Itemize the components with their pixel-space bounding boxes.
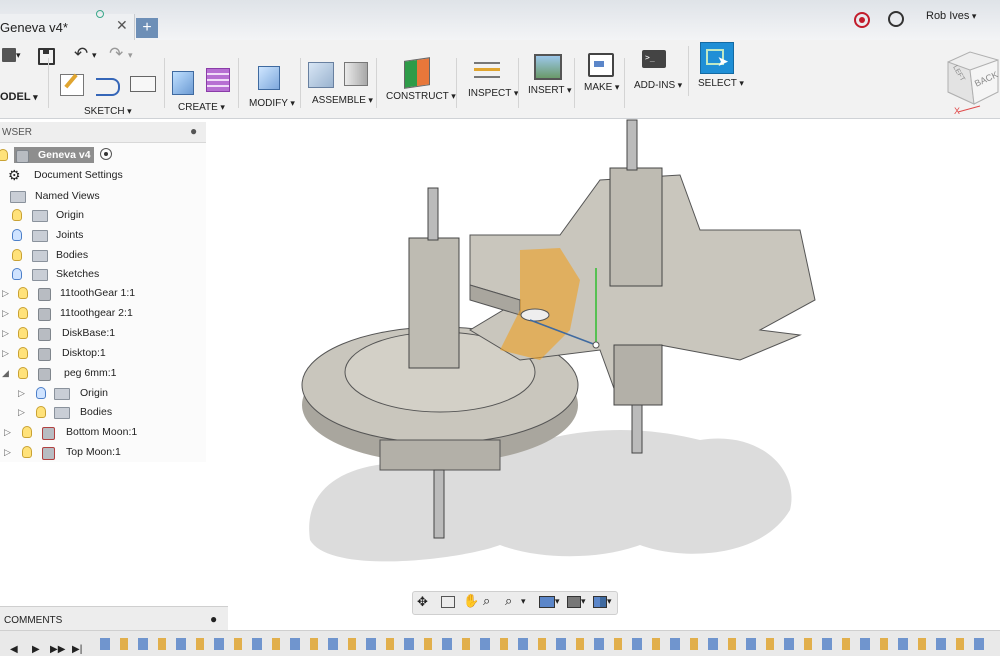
viewports-icon[interactable] [593,596,607,608]
comments-panel: COMMENTS ● [0,606,228,631]
peg-top [520,308,550,322]
timeline-forward-icon[interactable]: ▶▶ [50,644,65,655]
display-dropdown-icon[interactable]: ▾ [555,596,560,607]
zoom-icon[interactable]: ⌕ [483,593,490,609]
drive-shaft-bottom [433,469,445,539]
comments-add-icon[interactable]: ● [210,612,217,626]
navigation-bar: ✥ ✋ ⌕ ⌕ ▾ ▾ ▾ ▾ [412,591,618,615]
gear-teeth [379,439,501,471]
timeline-features[interactable] [100,638,990,650]
drive-shaft [427,187,439,241]
model-canvas[interactable] [0,0,1000,655]
pan-icon[interactable]: ✋ [463,593,479,609]
driven-shaft [626,119,638,171]
timeline-back-icon[interactable]: ◀ [10,644,18,655]
display-settings-icon[interactable] [539,596,555,608]
driven-post [609,167,663,287]
driven-shaft-bottom [631,404,643,454]
timeline-play-icon[interactable]: ▶ [32,644,40,655]
look-at-icon[interactable] [441,596,455,608]
zoom-window-icon[interactable]: ⌕ [505,593,512,609]
driven-post-lower [613,344,663,406]
origin-point [592,341,600,349]
viewports-dropdown-icon[interactable]: ▾ [607,596,612,607]
grid-dropdown-icon[interactable]: ▾ [581,596,586,607]
timeline-end-icon[interactable]: ▶| [72,644,82,655]
zoom-dropdown-icon[interactable]: ▾ [521,596,526,607]
orbit-icon[interactable]: ✥ [417,594,428,610]
comments-label: COMMENTS [4,615,63,626]
grid-snaps-icon[interactable] [567,596,581,608]
drive-post [408,237,460,369]
